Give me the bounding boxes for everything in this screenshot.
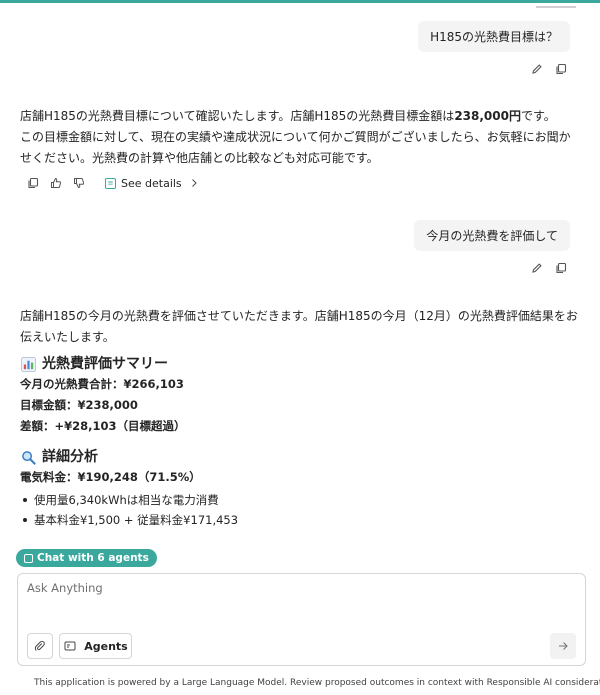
send-button[interactable] bbox=[550, 633, 576, 659]
summary-total: 今月の光熱費合計：¥266,103 bbox=[20, 377, 184, 391]
assistant-message-2: 店舗H185の今月の光熱費を評価させていただきます。店舗H185の今月（12月）… bbox=[20, 306, 580, 530]
summary-target: 目標金額：¥238,000 bbox=[20, 398, 138, 412]
top-accent-bar bbox=[0, 0, 600, 3]
copy-icon[interactable] bbox=[26, 176, 40, 190]
detail-heading-text: 詳細分析 bbox=[42, 449, 98, 465]
pencil-icon[interactable] bbox=[530, 261, 544, 275]
composer-box: Agents bbox=[17, 573, 586, 666]
electricity-line: 電気料金：¥190,248（71.5%） bbox=[20, 470, 201, 484]
assistant-text-line: せください。光熱費の計算や他店舗との比較なども対応可能です。 bbox=[20, 151, 379, 165]
agents-button[interactable]: Agents bbox=[59, 633, 132, 659]
assistant-text-line: 店舗H185の光熱費目標について確認いたします。店舗H185の光熱費目標金額は2… bbox=[20, 109, 556, 123]
list-item: 基本料金¥1,500 + 従量料金¥171,453 bbox=[20, 510, 580, 530]
bar-chart-icon bbox=[20, 356, 36, 372]
chat-input[interactable] bbox=[27, 581, 567, 621]
chevron-right-icon bbox=[187, 176, 201, 190]
magnifier-icon bbox=[20, 449, 36, 465]
copy-icon[interactable] bbox=[554, 62, 568, 76]
user-message-actions bbox=[530, 261, 568, 275]
user-message-1: H185の光熱費目標は？ bbox=[418, 21, 570, 76]
chat-with-agents-label: Chat with 6 agents bbox=[37, 552, 149, 564]
user-message-actions bbox=[530, 62, 568, 76]
detail-bullets: 使用量6,340kWhは相当な電力消費 基本料金¥1,500 + 従量料金¥17… bbox=[20, 490, 580, 530]
chat-with-agents-chip[interactable]: Chat with 6 agents bbox=[16, 549, 157, 567]
thumbs-down-icon[interactable] bbox=[72, 176, 86, 190]
assistant-message-1: 店舗H185の光熱費目標について確認いたします。店舗H185の光熱費目標金額は2… bbox=[20, 106, 580, 169]
send-arrow-icon bbox=[556, 639, 570, 653]
summary-difference: 差額：+¥28,103（目標超過） bbox=[20, 419, 186, 433]
user-bubble: 今月の光熱費を評価して bbox=[414, 220, 570, 251]
detail-heading: 詳細分析 bbox=[20, 447, 580, 467]
assistant-text-line: 店舗H185の今月の光熱費を評価させていただきます。店舗H185の今月（12月）… bbox=[20, 309, 578, 323]
info-box-icon: ≡ bbox=[105, 177, 116, 189]
user-message-2: 今月の光熱費を評価して bbox=[414, 220, 570, 275]
assistant-text-line: この目標金額に対して、現在の実績や達成状況について何かご質問がございましたら、お… bbox=[20, 130, 571, 144]
footer-disclaimer: This application is powered by a Large L… bbox=[34, 678, 600, 688]
paperclip-icon bbox=[33, 639, 47, 653]
assistant-message-actions: ≡ See details bbox=[26, 176, 201, 190]
agents-icon bbox=[24, 553, 33, 563]
attach-button[interactable] bbox=[27, 633, 53, 659]
pencil-icon[interactable] bbox=[530, 62, 544, 76]
see-details-button[interactable]: ≡ See details bbox=[105, 176, 201, 190]
thumbs-up-icon[interactable] bbox=[49, 176, 63, 190]
copy-icon[interactable] bbox=[554, 261, 568, 275]
summary-heading-text: 光熱費評価サマリー bbox=[42, 356, 168, 372]
list-item: 使用量6,340kWhは相当な電力消費 bbox=[20, 490, 580, 510]
agents-button-label: Agents bbox=[84, 639, 128, 653]
user-bubble: H185の光熱費目標は？ bbox=[418, 21, 570, 52]
assistant-text-line: 伝えいたします。 bbox=[20, 330, 115, 344]
target-amount: 238,000円 bbox=[454, 109, 521, 123]
see-details-label: See details bbox=[121, 176, 182, 190]
top-tab-indicator bbox=[536, 6, 576, 8]
agents-icon bbox=[63, 639, 77, 653]
summary-heading: 光熱費評価サマリー bbox=[20, 354, 580, 374]
